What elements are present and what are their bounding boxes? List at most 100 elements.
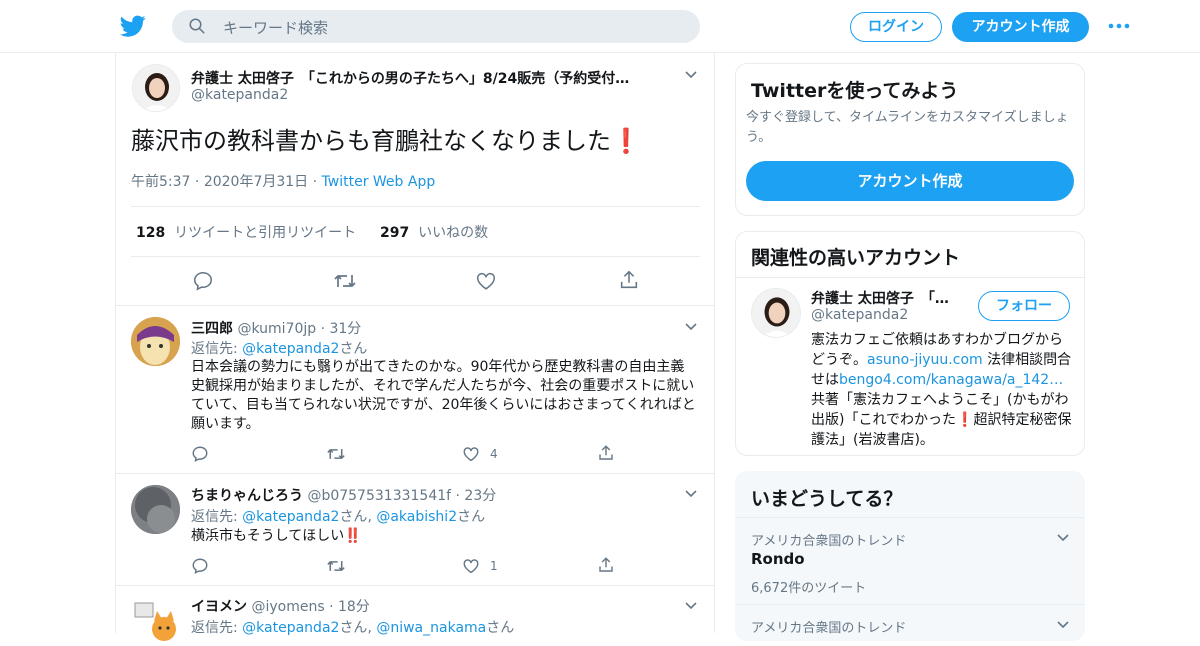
reply-to-line: 返信先: @katepanda2さん, @niwa_nakamaさん (191, 617, 514, 637)
heart-icon[interactable] (475, 270, 497, 292)
reply-to-link[interactable]: @katepanda2 (242, 509, 339, 525)
related-accounts-card: 関連性の高いアカウント 弁護士 太田啓子 「… @katepanda2 フォロー… (735, 231, 1085, 456)
reply-text: 日本会議の勢力にも翳りが出てきたのかな。90年代から歴史教科書の自由主義史観採用… (191, 359, 696, 432)
meta-separator: · (455, 488, 460, 504)
reply-to-suffix: さん (457, 509, 486, 525)
like-count: 297 (380, 225, 410, 241)
reply-to-suffix: さん (339, 620, 368, 636)
twitter-bird-logo-icon[interactable] (120, 13, 146, 39)
search-icon (189, 18, 205, 34)
top-navigation-bar: キーワード検索 ログイン アカウント作成 (0, 0, 1200, 53)
meta-separator: · (312, 174, 322, 190)
like-count: 4 (490, 447, 498, 461)
reply-avatar[interactable] (131, 597, 180, 646)
chevron-down-icon[interactable] (685, 602, 697, 610)
share-icon[interactable] (597, 444, 615, 462)
reply-tweet[interactable]: ちまりゃんじろう @b0757531331541f · 23分 返信先: @ka… (116, 473, 714, 585)
related-account-handle[interactable]: @katepanda2 (811, 307, 908, 323)
signup-promo-title: Twitterを使ってみよう (751, 80, 959, 102)
signup-promo-button[interactable]: アカウント作成 (746, 161, 1074, 201)
related-account-bio: 憲法カフェご依頼はあすわかブログからどうぞ。asuno-jiyuu.com 法律… (811, 330, 1073, 450)
reply-to-suffix: さん (486, 620, 515, 636)
chevron-down-icon[interactable] (1057, 621, 1069, 629)
author-avatar[interactable] (132, 64, 180, 112)
tweet-author-name[interactable]: 弁護士 太田啓子 「これからの男の子たちへ」8/24販売（予約受付… (191, 68, 661, 88)
related-account-name[interactable]: 弁護士 太田啓子 「… (811, 288, 971, 308)
reply-time[interactable]: 31分 (329, 321, 361, 337)
reply-avatar[interactable] (131, 485, 180, 534)
chevron-down-icon[interactable] (1057, 534, 1069, 542)
reply-author-name[interactable]: イヨメン (191, 599, 247, 615)
retweet-icon[interactable] (326, 445, 346, 463)
follow-button[interactable]: フォロー (978, 291, 1070, 321)
reply-to-prefix: 返信先: (191, 620, 243, 636)
trends-card: いまどうしてる？ アメリカ合衆国のトレンド Rondo 6,672件のツイート … (735, 471, 1085, 641)
reply-to-comma: , (367, 620, 377, 636)
reply-avatar[interactable] (131, 317, 180, 366)
signup-promo-card: Twitterを使ってみよう 今すぐ登録して、タイムラインをカスタマイズしましょ… (735, 63, 1085, 216)
bio-link[interactable]: bengo4.com/kanagawa/a_142… (839, 372, 1063, 388)
retweet-icon[interactable] (333, 270, 357, 292)
bio-link[interactable]: asuno-jiyuu.com (867, 352, 983, 368)
reply-to-line: 返信先: @katepanda2さん, @akabishi2さん (191, 506, 485, 526)
reply-author-handle[interactable]: @b0757531331541f (307, 488, 451, 504)
heart-icon[interactable] (462, 557, 480, 575)
tweet-actions (116, 268, 714, 294)
reply-to-link[interactable]: @katepanda2 (242, 620, 339, 636)
trend-item[interactable]: アメリカ合衆国のトレンド (736, 604, 1084, 644)
reply-to-link[interactable]: @niwa_nakama (376, 620, 486, 636)
tweet-author-handle[interactable]: @katepanda2 (191, 87, 288, 103)
heart-icon[interactable] (462, 445, 480, 463)
reply-to-link[interactable]: @katepanda2 (242, 341, 339, 357)
reply-time[interactable]: 23分 (464, 488, 496, 504)
like-stat[interactable]: 297 いいねの数 (380, 222, 488, 242)
stone-photo-avatar-icon (131, 485, 180, 534)
cat-illustration-avatar-icon (131, 597, 180, 646)
bio-text: 共著「憲法カフェへようこそ」(かもがわ出版)「これでわかった❗超訳特定秘密保護法… (811, 392, 1072, 448)
share-icon[interactable] (597, 556, 615, 574)
reply-to-suffix: さん (339, 341, 368, 357)
reply-icon[interactable] (192, 270, 214, 292)
reply-time[interactable]: 18分 (338, 599, 370, 615)
trends-title: いまどうしてる？ (751, 488, 903, 510)
tweet-text: 藤沢市の教科書からも育鵬社なくなりました❗ (131, 127, 641, 155)
reply-author-handle[interactable]: @iyomens (251, 599, 324, 615)
related-accounts-title: 関連性の高いアカウント (751, 247, 961, 269)
tweet-source-link[interactable]: Twitter Web App (322, 174, 436, 190)
search-input[interactable]: キーワード検索 (223, 17, 328, 38)
reply-to-link[interactable]: @akabishi2 (376, 509, 457, 525)
reply-to-line: 返信先: @katepanda2さん (191, 338, 367, 358)
tweet-time[interactable]: 午前5:37 (131, 174, 190, 190)
reply-author-handle[interactable]: @kumi70jp (237, 321, 316, 337)
reply-author-name[interactable]: 三四郎 (191, 321, 233, 337)
reply-tweet[interactable]: 三四郎 @kumi70jp · 31分 返信先: @katepanda2さん 日… (116, 305, 714, 473)
reply-header: イヨメン @iyomens · 18分 (191, 596, 370, 616)
reply-text: 横浜市もそうしてほしい‼️ (191, 528, 362, 544)
trend-name[interactable]: Rondo (751, 550, 805, 568)
share-icon[interactable] (618, 269, 640, 291)
chevron-down-icon[interactable] (685, 323, 697, 331)
chevron-down-icon[interactable] (685, 71, 697, 79)
tweet-date[interactable]: 2020年7月31日 (204, 174, 308, 190)
cartoon-face-avatar-icon (131, 317, 180, 366)
divider (736, 277, 1084, 278)
signup-promo-description: 今すぐ登録して、タイムラインをカスタマイズしましょう。 (746, 110, 1069, 145)
retweet-icon[interactable] (326, 557, 346, 575)
chevron-down-icon[interactable] (685, 490, 697, 498)
trend-context: アメリカ合衆国のトレンド (751, 621, 907, 636)
search-box[interactable]: キーワード検索 (172, 10, 700, 43)
reply-author-name[interactable]: ちまりゃんじろう (191, 488, 303, 504)
more-options-icon[interactable] (1108, 22, 1130, 30)
login-button[interactable]: ログイン (850, 12, 942, 42)
reply-tweet[interactable]: イヨメン @iyomens · 18分 返信先: @katepanda2さん, … (116, 585, 714, 646)
reply-icon[interactable] (191, 445, 209, 463)
retweet-stat[interactable]: 128 リツイートと引用リツイート (136, 222, 356, 242)
reply-to-prefix: 返信先: (191, 509, 243, 525)
reply-icon[interactable] (191, 557, 209, 575)
signup-button[interactable]: アカウント作成 (952, 12, 1089, 42)
trend-item[interactable]: アメリカ合衆国のトレンド Rondo 6,672件のツイート (736, 517, 1084, 604)
like-label: いいねの数 (418, 225, 489, 241)
retweet-label: リツイートと引用リツイート (174, 225, 357, 241)
related-account-avatar[interactable] (751, 288, 801, 338)
retweet-count: 128 (136, 225, 166, 241)
